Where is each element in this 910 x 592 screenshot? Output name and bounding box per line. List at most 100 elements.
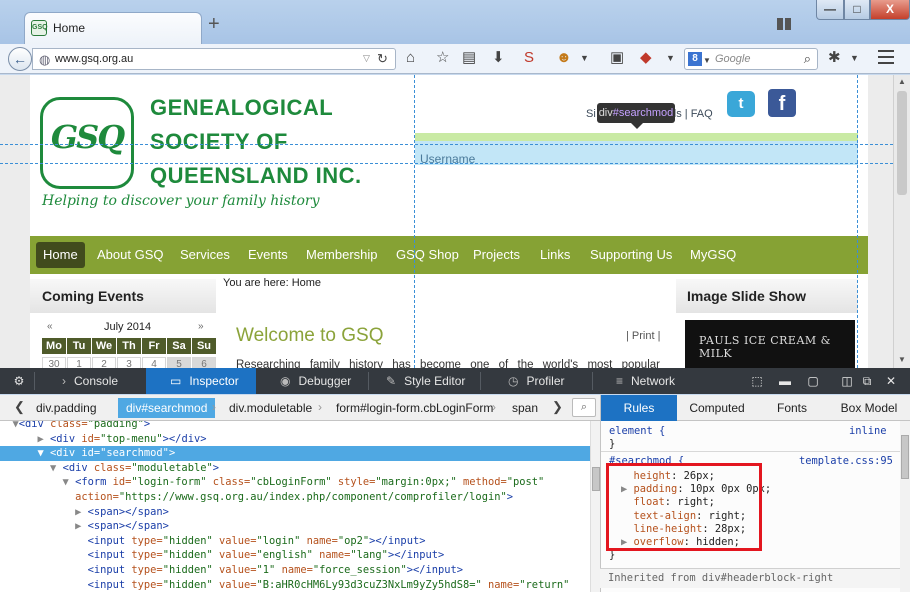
markup-node[interactable]: <input type="hidden" value="english" nam… xyxy=(0,548,590,563)
greasemonkey-dropdown-icon[interactable]: ▼ xyxy=(580,50,589,66)
minimize-button[interactable]: — xyxy=(816,0,844,20)
tab-console[interactable]: › Console xyxy=(34,368,146,394)
markup-node[interactable]: ▶ <div id="top-menu"></div> xyxy=(0,432,590,447)
markup-node[interactable]: ▼<div class="padding"> xyxy=(0,421,590,432)
addon-s-icon[interactable]: S xyxy=(524,50,534,66)
facebook-icon[interactable]: f xyxy=(768,89,796,117)
calendar-day[interactable]: 1 xyxy=(67,357,91,368)
tab-inspector[interactable]: ▭ Inspector xyxy=(146,368,256,394)
home-icon[interactable]: ⌂ xyxy=(406,50,415,66)
markup-scroll-thumb[interactable] xyxy=(592,467,600,491)
breadcrumb-item[interactable]: span xyxy=(512,401,538,415)
greasemonkey-icon[interactable]: ☻ xyxy=(556,50,572,66)
searchmod-rule-source[interactable]: template.css:95 xyxy=(799,454,893,469)
breadcrumb-scroll-right-icon[interactable]: ❯ xyxy=(552,399,563,415)
calendar-day[interactable]: 5 xyxy=(167,357,191,368)
page-scrollbar[interactable]: ▲ ▼ xyxy=(893,75,910,368)
tab-style-editor[interactable]: ✎ Style Editor xyxy=(368,368,480,394)
top-links-start[interactable]: Si xyxy=(586,108,596,120)
calendar-day[interactable]: 4 xyxy=(142,357,166,368)
page-icon[interactable]: ▣ xyxy=(610,50,624,66)
rules-scrollbar[interactable] xyxy=(900,421,910,592)
breadcrumb-item[interactable]: div.padding xyxy=(36,401,97,415)
calendar-next-button[interactable]: » xyxy=(198,321,204,332)
markup-node[interactable]: action="https://www.gsq.org.au/index.php… xyxy=(0,490,590,505)
scroll-up-icon[interactable]: ▲ xyxy=(898,77,906,86)
markup-node-selected[interactable]: ▼ <div id="searchmod"> xyxy=(0,446,590,462)
breadcrumb-item[interactable]: div.moduletable xyxy=(229,401,312,415)
tab-fonts[interactable]: Fonts xyxy=(757,395,827,421)
url-history-dropdown-icon[interactable]: ▽ xyxy=(363,53,370,64)
split-console-icon[interactable]: ▬ xyxy=(776,368,794,394)
downloads-icon[interactable]: ⬇ xyxy=(492,50,505,66)
search-icon[interactable]: ⌕ xyxy=(804,51,811,67)
breadcrumb-item[interactable]: form#login-form.cbLoginForm xyxy=(336,401,493,415)
element-rule-source[interactable]: inline xyxy=(849,424,887,439)
menu-item-home[interactable]: Home xyxy=(36,242,85,268)
new-tab-button[interactable]: + xyxy=(208,14,220,34)
breadcrumb-item-selected[interactable]: div#searchmod xyxy=(118,398,216,418)
markup-node[interactable]: <input type="hidden" value="1" name="for… xyxy=(0,563,590,578)
hamburger-menu-icon[interactable] xyxy=(878,50,894,64)
tab-rules[interactable]: Rules xyxy=(601,395,677,421)
menu-item-services[interactable]: Services xyxy=(180,247,230,262)
markup-node[interactable]: ▼ <form id="login-form" class="cbLoginFo… xyxy=(0,475,590,490)
menu-item-links[interactable]: Links xyxy=(540,247,570,262)
maximize-button[interactable]: □ xyxy=(844,0,870,20)
addon-dropdown-icon[interactable]: ▼ xyxy=(666,50,675,66)
tab-box-model[interactable]: Box Model xyxy=(827,395,910,421)
markup-node[interactable]: ▼ <div class="moduletable"> xyxy=(0,461,590,476)
markup-node[interactable]: ▶ <span></span> xyxy=(0,519,590,534)
calendar-day[interactable]: 3 xyxy=(117,357,141,368)
markup-search-icon[interactable]: ⌕ xyxy=(572,398,596,417)
markup-node[interactable]: ▶ <span></span> xyxy=(0,505,590,520)
devtools-options-gear-icon[interactable]: ⚙ xyxy=(8,368,30,394)
menu-item-mygsq[interactable]: MyGSQ xyxy=(690,247,736,262)
markup-scrollbar[interactable] xyxy=(590,421,600,592)
close-devtools-icon[interactable]: ✕ xyxy=(884,368,898,394)
bookmark-star-icon[interactable]: ☆ xyxy=(436,50,449,66)
google-engine-icon[interactable]: 8 xyxy=(688,52,702,66)
menu-item-events[interactable]: Events xyxy=(248,247,288,262)
markup-node[interactable]: <input type="hidden" value="B:aHR0cHM6Ly… xyxy=(0,578,590,592)
gsq-logo[interactable]: GSQ xyxy=(40,97,134,189)
slideshow-image[interactable]: PAULS ICE CREAM & MILK xyxy=(685,320,855,368)
tab-profiler[interactable]: ◷ Profiler xyxy=(480,368,592,394)
tab-groups-icon[interactable] xyxy=(777,18,791,30)
url-bar[interactable]: ◍ www.gsq.org.au ▽ ↻ xyxy=(32,48,396,70)
tab-computed[interactable]: Computed xyxy=(677,395,757,421)
menu-item-supporting[interactable]: Supporting Us xyxy=(590,247,672,262)
menu-item-projects[interactable]: Projects xyxy=(473,247,520,262)
print-link[interactable]: | Print | xyxy=(626,330,660,342)
addon-red-icon[interactable]: ◆ xyxy=(640,50,652,66)
engine-dropdown-icon[interactable]: ▼ xyxy=(703,53,711,69)
close-window-button[interactable]: X xyxy=(870,0,910,20)
menu-item-shop[interactable]: GSQ Shop xyxy=(396,247,459,262)
responsive-mode-icon[interactable]: ▢ xyxy=(804,368,822,394)
markup-node[interactable]: <input type="hidden" value="login" name=… xyxy=(0,534,590,549)
undock-icon[interactable]: ⧉ xyxy=(860,368,874,394)
menu-item-membership[interactable]: Membership xyxy=(306,247,378,262)
twitter-icon[interactable]: t xyxy=(727,91,755,117)
dock-side-icon[interactable]: ◫ xyxy=(840,368,854,394)
firebug-dropdown-icon[interactable]: ▼ xyxy=(850,50,859,66)
calendar-prev-button[interactable]: « xyxy=(47,321,53,332)
pick-element-icon[interactable]: ⬚ xyxy=(748,368,766,394)
search-input[interactable]: 8 ▼ Google ⌕ xyxy=(684,48,818,70)
firebug-icon[interactable]: ✱ xyxy=(828,50,841,66)
calendar-day[interactable]: 2 xyxy=(92,357,116,368)
reload-icon[interactable]: ↻ xyxy=(377,51,388,67)
calendar-day[interactable]: 30 xyxy=(42,357,66,368)
tab-debugger[interactable]: ◉ Debugger xyxy=(256,368,368,394)
browser-tab[interactable]: GSQ Home xyxy=(24,12,202,44)
rules-scroll-thumb[interactable] xyxy=(901,435,909,479)
scroll-down-icon[interactable]: ▼ xyxy=(898,355,906,364)
scroll-thumb[interactable] xyxy=(897,91,907,195)
tab-network[interactable]: ≡ Network xyxy=(592,368,704,394)
menu-item-about[interactable]: About GSQ xyxy=(97,247,163,262)
element-rule-selector[interactable]: element { xyxy=(609,424,665,439)
breadcrumb-scroll-left-icon[interactable]: ❮ xyxy=(14,399,25,415)
bookmarks-menu-icon[interactable]: ▤ xyxy=(462,50,476,66)
back-button[interactable]: ← xyxy=(8,47,32,71)
calendar-day[interactable]: 6 xyxy=(192,357,216,368)
